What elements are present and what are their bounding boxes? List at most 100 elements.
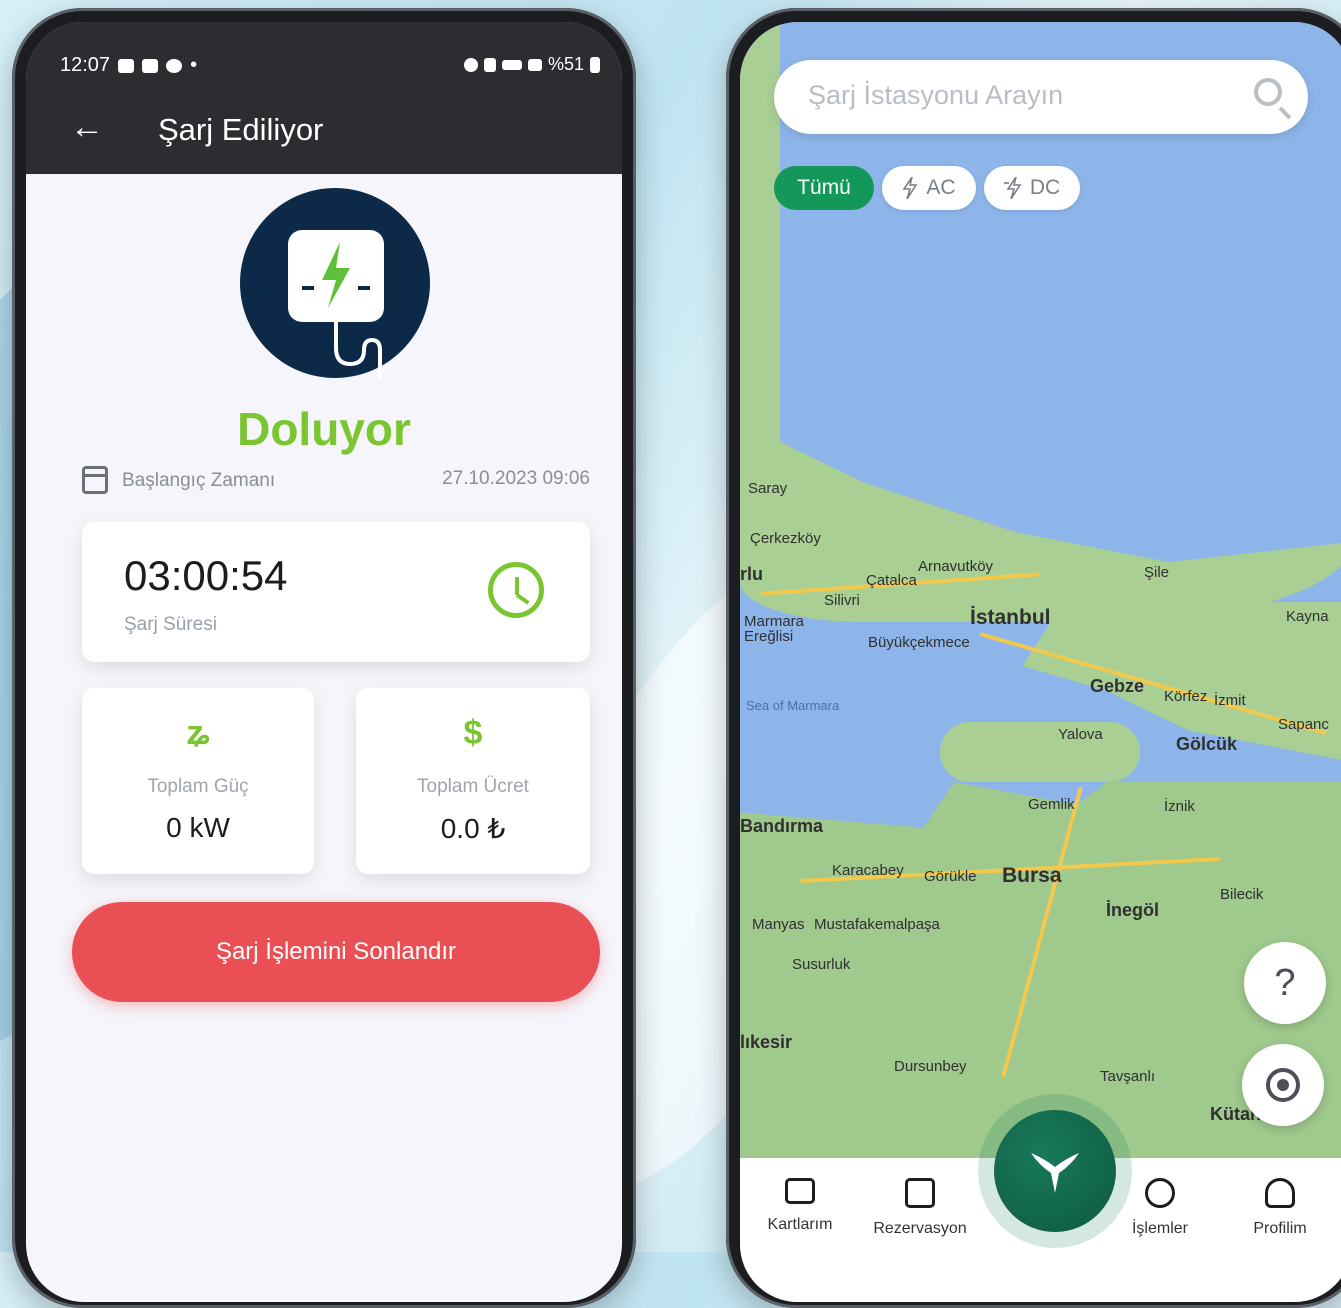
map-label: Körfez bbox=[1164, 688, 1208, 705]
map-label: Susurluk bbox=[792, 956, 851, 973]
nav-label: İşlemler bbox=[1131, 1220, 1188, 1237]
center-home-button[interactable] bbox=[994, 1110, 1116, 1232]
help-button[interactable]: ? bbox=[1244, 942, 1326, 1024]
map-screen: Saray Çerkezköy rlu Çatalca Arnavutköy Ş… bbox=[740, 22, 1341, 1302]
calendar-icon bbox=[82, 466, 108, 494]
nav-label: Profilim bbox=[1253, 1220, 1307, 1237]
map-label: Manyas bbox=[752, 916, 805, 933]
locate-icon bbox=[1266, 1068, 1300, 1102]
map-label: Mustafakemalpaşa bbox=[814, 916, 940, 933]
nav-reservation[interactable]: Rezervasyon bbox=[860, 1178, 980, 1238]
filter-chip-label: Tümü bbox=[797, 176, 851, 199]
start-time-value: 27.10.2023 09:06 bbox=[442, 468, 590, 489]
battery-percent: %51 bbox=[547, 54, 584, 74]
map-label: Sea of Marmara bbox=[746, 698, 840, 713]
locate-button[interactable] bbox=[1242, 1044, 1324, 1126]
nav-label: Rezervasyon bbox=[873, 1220, 967, 1237]
map-label: Marmara Ereğlisi bbox=[744, 613, 805, 645]
map-label: İstanbul bbox=[970, 606, 1051, 629]
map-label: Şile bbox=[1144, 564, 1170, 581]
dollar-icon: $ bbox=[463, 714, 483, 752]
search-bar[interactable]: Şarj İstasyonu Arayın bbox=[774, 60, 1308, 134]
nav-profile[interactable]: Profilim bbox=[1220, 1178, 1340, 1238]
map-label: Çatalca bbox=[866, 572, 917, 589]
total-power-label: Toplam Güç bbox=[147, 776, 249, 797]
duration-label: Şarj Süresi bbox=[124, 614, 217, 635]
map-land bbox=[740, 22, 780, 442]
map-label: rlu bbox=[740, 564, 764, 584]
map-label: Büyükçekmece bbox=[868, 634, 970, 651]
map-label: Karacabey bbox=[832, 862, 904, 879]
map-label: Bandırma bbox=[740, 816, 824, 836]
user-icon bbox=[1265, 1178, 1295, 1208]
filter-chip-ac[interactable]: AC bbox=[882, 166, 976, 210]
status-bar-right: %51 bbox=[463, 54, 600, 75]
map-label: Gebze bbox=[1090, 676, 1145, 696]
youtube-icon bbox=[142, 58, 159, 73]
map-label: İznik bbox=[1164, 798, 1195, 815]
total-fee-label: Toplam Ücret bbox=[417, 776, 529, 797]
map-label: Kayna bbox=[1286, 608, 1329, 625]
filter-chip-label: DC bbox=[1029, 176, 1061, 199]
signal-icon bbox=[527, 58, 542, 71]
card-icon bbox=[785, 1178, 815, 1204]
map-label: İzmit bbox=[1214, 692, 1246, 709]
map-label: Gemlik bbox=[1028, 796, 1075, 813]
charging-status: Doluyor bbox=[237, 403, 411, 455]
mute-icon bbox=[483, 57, 496, 72]
map-label: Saray bbox=[748, 480, 788, 497]
alarm-icon bbox=[463, 57, 478, 72]
cable-icon bbox=[334, 318, 382, 378]
charging-screen: 12:07 • %51 ← Şarj Ediliyor Doluyor Başl… bbox=[26, 22, 622, 1302]
battery-icon bbox=[590, 56, 600, 73]
map-label: Gölcük bbox=[1176, 734, 1238, 754]
map-label: Yalova bbox=[1058, 726, 1103, 743]
filter-chip-dc[interactable]: DC bbox=[984, 166, 1080, 210]
duration-value: 03:00:54 bbox=[124, 552, 288, 599]
filter-chip-all[interactable]: Tümü bbox=[774, 166, 874, 210]
map-label: Bursa bbox=[1002, 864, 1062, 887]
map-label: Bilecik bbox=[1220, 886, 1264, 903]
wings-logo-icon bbox=[1031, 1153, 1079, 1193]
nav-label: Kartlarım bbox=[767, 1216, 833, 1233]
map-label: Tavşanlı bbox=[1100, 1068, 1156, 1085]
lightning-icon bbox=[902, 177, 918, 199]
plug-icon: ʑ bbox=[186, 714, 210, 752]
back-arrow-icon[interactable]: ← bbox=[70, 110, 104, 144]
charger-icon bbox=[288, 230, 384, 322]
nav-cards[interactable]: Kartlarım bbox=[740, 1178, 860, 1234]
map-label: Silivri bbox=[824, 592, 860, 609]
page-title: Şarj Ediliyor bbox=[158, 112, 324, 147]
clock-icon bbox=[1145, 1178, 1175, 1208]
phone-left: 12:07 • %51 ← Şarj Ediliyor Doluyor Başl… bbox=[12, 8, 636, 1308]
clock-icon bbox=[488, 562, 544, 618]
search-input[interactable]: Şarj İstasyonu Arayın bbox=[808, 80, 1063, 111]
total-power-value: 0 kW bbox=[166, 812, 230, 843]
map-label: lıkesir bbox=[740, 1032, 793, 1052]
total-fee-value: 0.0 ₺ bbox=[440, 813, 506, 844]
map-label: Sapanc bbox=[1278, 716, 1329, 733]
map-label: İnegöl bbox=[1106, 900, 1159, 920]
help-icon: ? bbox=[1274, 961, 1296, 1004]
start-time-label: Başlangıç Zamanı bbox=[122, 470, 276, 491]
top-bar: 12:07 • %51 ← Şarj Ediliyor bbox=[26, 22, 622, 174]
end-charging-button[interactable]: Şarj İşlemini Sonlandır bbox=[72, 902, 600, 1002]
status-time: 12:07 bbox=[60, 54, 111, 76]
gallery-icon bbox=[118, 58, 135, 73]
start-time-row: Başlangıç Zamanı 27.10.2023 09:06 bbox=[82, 466, 590, 500]
map-label: Çerkezköy bbox=[750, 530, 821, 547]
message-icon bbox=[166, 58, 183, 73]
nav-transactions[interactable]: İşlemler bbox=[1100, 1178, 1220, 1238]
lightning-fast-icon bbox=[1003, 177, 1022, 199]
map-label: Arnavutköy bbox=[918, 558, 994, 575]
charger-logo bbox=[240, 188, 430, 378]
status-bar-left: 12:07 • bbox=[60, 54, 197, 77]
phone-right: Saray Çerkezköy rlu Çatalca Arnavutköy Ş… bbox=[726, 8, 1341, 1308]
filter-chip-label: AC bbox=[926, 176, 956, 199]
search-icon[interactable] bbox=[1254, 78, 1282, 106]
map-land bbox=[940, 722, 1140, 782]
map-label: Dursunbey bbox=[894, 1058, 967, 1075]
network-icon bbox=[501, 59, 522, 70]
duration-card: 03:00:54 Şarj Süresi bbox=[82, 522, 590, 662]
total-fee-card: $ Toplam Ücret 0.0 ₺ bbox=[356, 688, 590, 874]
